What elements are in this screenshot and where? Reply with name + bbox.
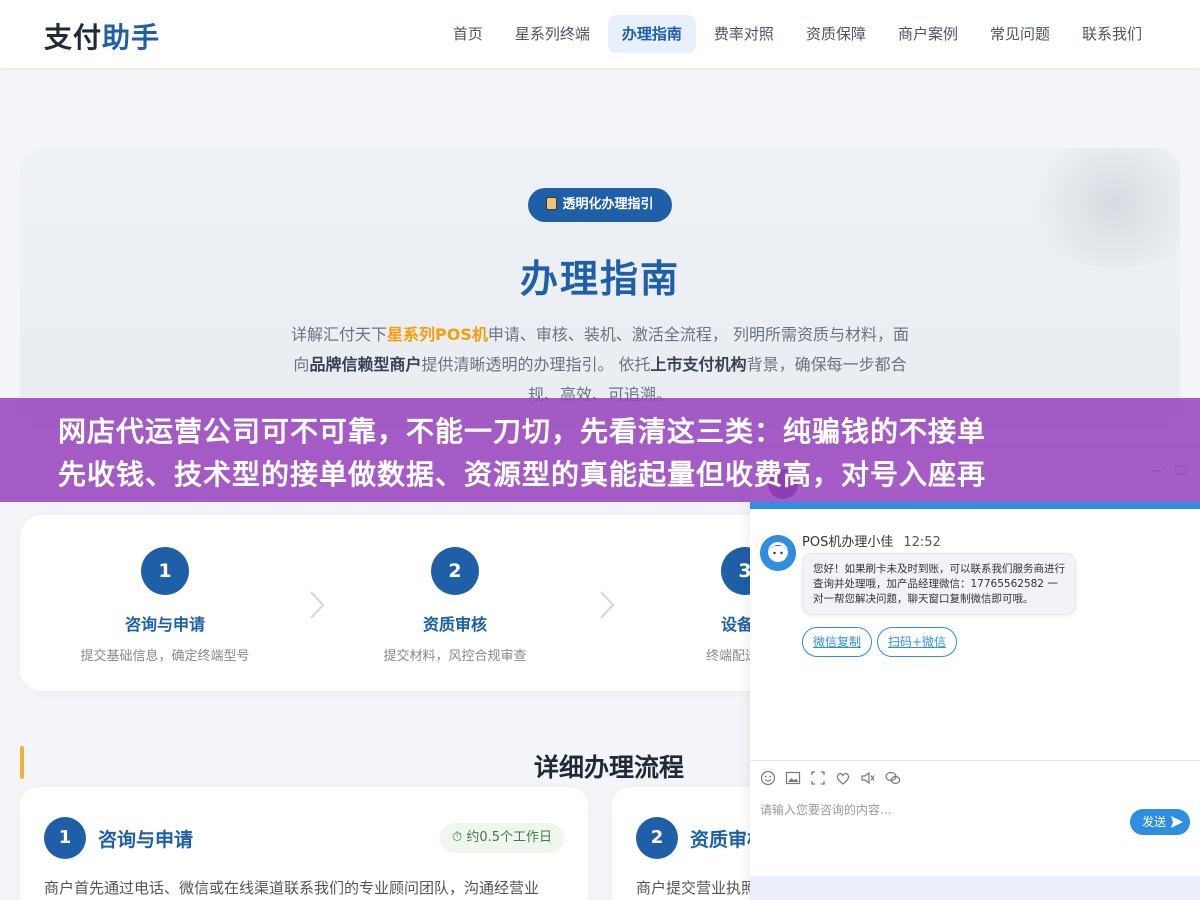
site-header: 支付助手 首页 星系列终端 办理指南 费率对照 资质保障 商户案例 常见问题 联…	[0, 0, 1200, 68]
site-logo[interactable]: 支付助手	[44, 16, 160, 56]
chat-divider	[750, 760, 1200, 761]
hero-desc-text: 提供清晰透明的办理指引。 依托	[421, 355, 651, 374]
rating-icon[interactable]	[835, 770, 851, 786]
detail-step-title: 咨询与申请	[98, 829, 194, 851]
step-subtitle: 提交材料，风控合规审查	[383, 649, 527, 664]
chat-footer	[750, 876, 1200, 900]
detail-step-text: 商户提交营业执照	[636, 879, 757, 897]
nav-item-contact[interactable]: 联系我们	[1068, 15, 1156, 53]
send-button[interactable]: 发送	[1130, 809, 1190, 835]
detail-step-text: 商户首先通过电话、微信或在线渠道联系我们的专业顾问团队，沟通经营业	[44, 879, 540, 897]
message-time: 12:52	[903, 535, 941, 550]
step-item: 2 资质审核 提交材料，风控合规审查	[310, 515, 600, 691]
step-title: 咨询与申请	[124, 615, 205, 634]
hero-desc-highlight: 上市支付机构	[650, 355, 747, 374]
nav-item-guide[interactable]: 办理指南	[607, 15, 696, 53]
detail-step-number: 1	[44, 817, 86, 859]
wechat-icon[interactable]	[885, 770, 901, 786]
clipboard-icon	[546, 197, 558, 210]
nav-item-cases[interactable]: 商户案例	[884, 15, 972, 53]
chat-toolbar	[760, 770, 910, 786]
duration-tag: ⏱ 约0.5个工作日	[440, 823, 564, 853]
image-icon[interactable]	[785, 770, 801, 786]
hero-desc-highlight: 品牌信赖型商户	[309, 355, 422, 374]
hero-section: 透明化办理指引 办理指南 详解汇付天下星系列POS机申请、审核、装机、激活全流程…	[20, 148, 1180, 428]
copy-wechat-button[interactable]: 微信复制	[802, 627, 873, 657]
duration-label: 约0.5个工作日	[466, 830, 552, 845]
scan-wechat-button[interactable]: 扫码+微信	[877, 627, 958, 657]
chat-message-meta: POS机办理小佳 12:52	[802, 531, 941, 550]
step-subtitle: 提交基础信息，确定终端型号	[80, 649, 250, 664]
chat-accent-bar	[750, 502, 1200, 509]
nav-item-rates[interactable]: 费率对照	[700, 15, 788, 53]
hero-desc-highlight: 星系列POS机	[387, 325, 488, 344]
step-title: 资质审核	[422, 615, 487, 634]
detail-step-number: 2	[636, 817, 678, 859]
clock-icon: ⏱	[452, 830, 467, 845]
banner-line-1: 网店代运营公司可不可靠，不能一刀切，先看清这三类：纯骗钱的不接单	[58, 415, 987, 448]
step-item: 1 咨询与申请 提交基础信息，确定终端型号	[20, 515, 310, 691]
logo-text-part1: 支付	[44, 21, 103, 54]
agent-avatar	[760, 535, 796, 571]
nav-item-terminals[interactable]: 星系列终端	[501, 15, 604, 53]
nav-item-faq[interactable]: 常见问题	[976, 15, 1064, 53]
send-icon	[1171, 816, 1183, 828]
hero-desc-text: 详解汇付天下	[291, 325, 388, 344]
step-number: 2	[431, 547, 479, 595]
banner-line-2: 先收钱、技术型的接单做数据、资源型的真能起量但收费高，对号入座再	[58, 458, 987, 491]
nav-item-home[interactable]: 首页	[439, 15, 497, 53]
detail-card: 1 咨询与申请 ⏱ 约0.5个工作日 商户首先通过电话、微信或在线渠道联系我们的…	[20, 787, 588, 900]
main-nav: 首页 星系列终端 办理指南 费率对照 资质保障 商户案例 常见问题 联系我们	[435, 15, 1156, 53]
send-label: 发送	[1142, 815, 1167, 829]
screenshot-icon[interactable]	[810, 770, 826, 786]
hero-badge: 透明化办理指引	[528, 188, 672, 222]
step-number: 1	[141, 547, 189, 595]
hero-badge-label: 透明化办理指引	[562, 197, 654, 212]
agent-name: POS机办理小佳	[802, 535, 894, 550]
hero-description: 详解汇付天下星系列POS机申请、审核、装机、激活全流程， 列明所需资质与材料，面…	[290, 320, 910, 410]
overlay-banner[interactable]: 网店代运营公司可不可靠，不能一刀切，先看清这三类：纯骗钱的不接单 先收钱、技术型…	[0, 398, 1200, 502]
sound-icon[interactable]	[860, 770, 876, 786]
page-title: 办理指南	[519, 257, 680, 301]
emoji-icon[interactable]	[760, 770, 776, 786]
logo-text-part2: 助手	[102, 21, 161, 54]
chat-message-bubble: 您好！如果刷卡未及时到账，可以联系我们服务商进行查询并处理哦，加产品经理微信：1…	[802, 553, 1076, 615]
nav-item-qualification[interactable]: 资质保障	[792, 15, 880, 53]
chat-widget: POS机办理小佳 12:52 您好！如果刷卡未及时到账，可以联系我们服务商进行查询…	[750, 449, 1200, 900]
chat-input[interactable]: 请输入您要咨询的内容...	[760, 801, 891, 818]
